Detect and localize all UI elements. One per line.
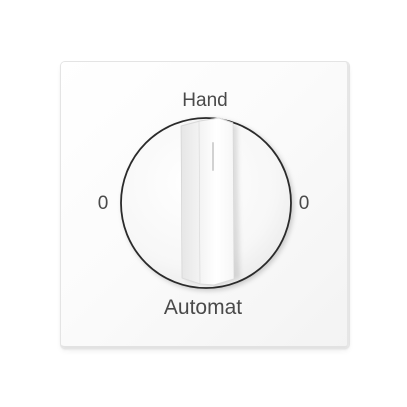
grip-face[interactable] [198, 117, 235, 286]
label-automat: Automat [163, 296, 243, 319]
rotary-switch-photo: Hand 0 0 Automat [0, 0, 407, 407]
grip-left-bevel [180, 120, 202, 285]
rotary-knob-icon[interactable] [0, 0, 407, 407]
label-hand: Hand [182, 90, 228, 111]
label-off-left: 0 [97, 193, 109, 214]
label-off-right: 0 [298, 193, 310, 214]
